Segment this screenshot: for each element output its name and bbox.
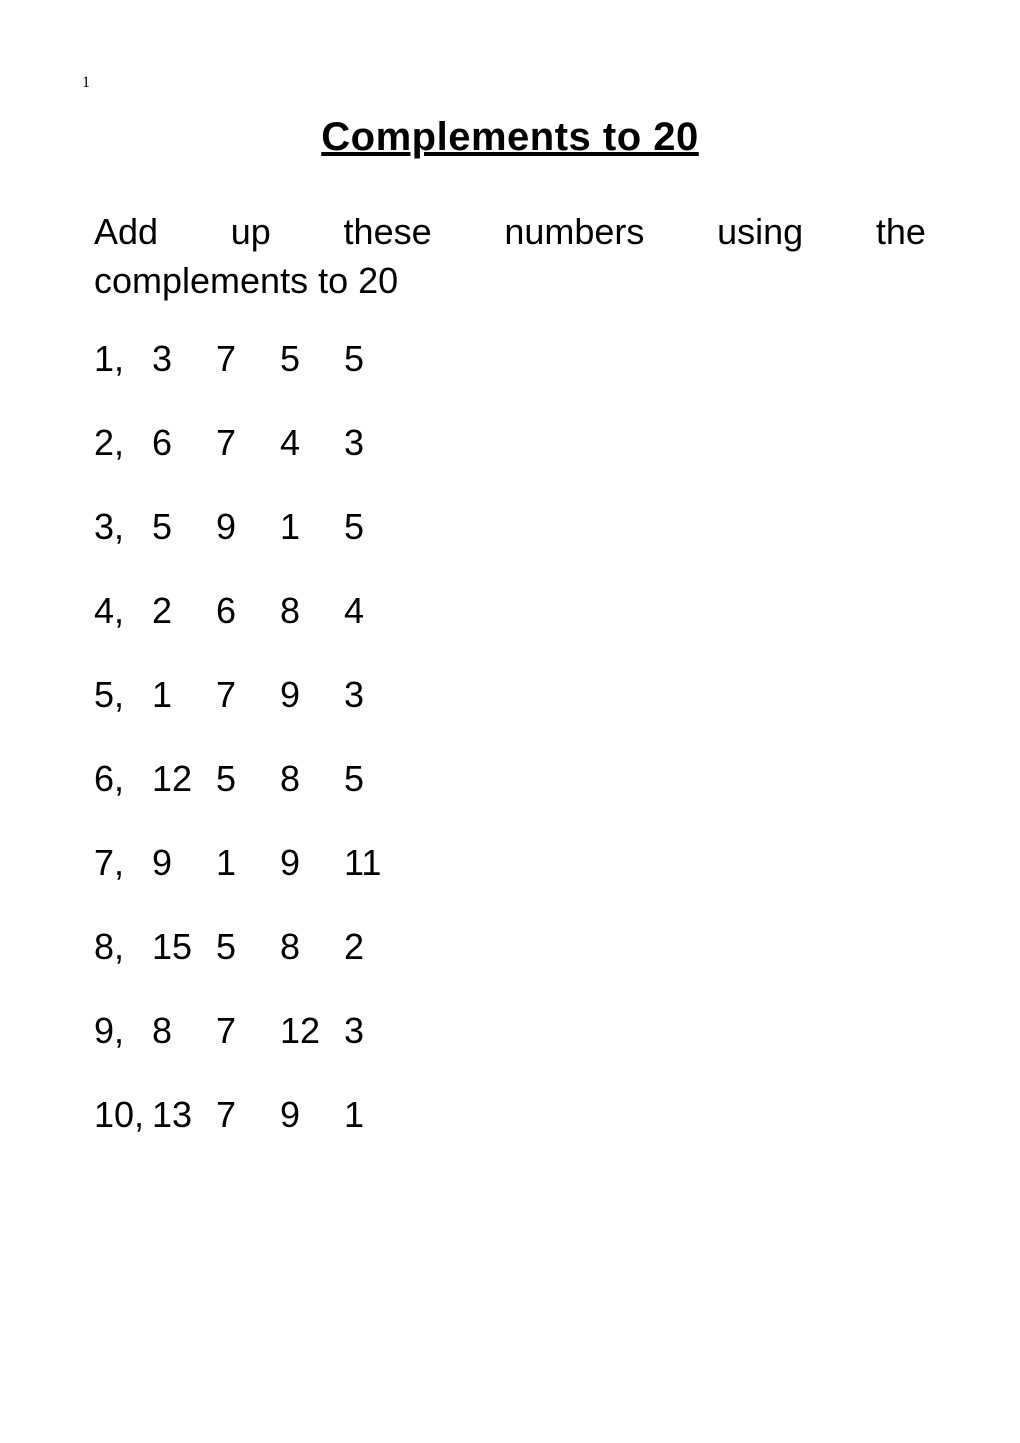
- instr-word: up: [231, 208, 271, 257]
- problem-number: 5: [216, 929, 280, 965]
- page-number: 1: [82, 74, 90, 92]
- problem-number: 11: [344, 845, 408, 881]
- problem-number: 8: [280, 761, 344, 797]
- problem-number: 4: [344, 593, 408, 629]
- problem-number: 5: [152, 509, 216, 545]
- problem-row: 3, 5 9 1 5: [94, 509, 930, 545]
- problem-number: 3: [344, 1013, 408, 1049]
- problem-number: 1: [216, 845, 280, 881]
- problem-row: 9, 8 7 12 3: [94, 1013, 930, 1049]
- problem-row: 8, 15 5 8 2: [94, 929, 930, 965]
- problem-index: 3,: [94, 509, 152, 545]
- problem-number: 13: [152, 1097, 216, 1133]
- instr-word: Add: [94, 208, 158, 257]
- worksheet-page: 1 Complements to 20 Add up these numbers…: [0, 0, 1020, 1443]
- problem-index: 2,: [94, 425, 152, 461]
- problem-number: 9: [280, 845, 344, 881]
- instructions-line-2: complements to 20: [94, 257, 926, 306]
- problem-number: 9: [216, 509, 280, 545]
- problem-number: 3: [344, 425, 408, 461]
- problem-number: 1: [152, 677, 216, 713]
- problem-number: 2: [152, 593, 216, 629]
- instr-word: the: [876, 208, 926, 257]
- problem-row: 5, 1 7 9 3: [94, 677, 930, 713]
- problem-number: 7: [216, 425, 280, 461]
- problem-number: 5: [280, 341, 344, 377]
- problem-index: 1,: [94, 341, 152, 377]
- problem-number: 5: [216, 761, 280, 797]
- problem-index: 8,: [94, 929, 152, 965]
- problem-number: 8: [280, 593, 344, 629]
- page-title: Complements to 20: [90, 115, 930, 160]
- problem-index: 6,: [94, 761, 152, 797]
- problem-number: 5: [344, 761, 408, 797]
- problem-index: 4,: [94, 593, 152, 629]
- instr-word: numbers: [504, 208, 644, 257]
- problem-number: 2: [344, 929, 408, 965]
- problem-number: 9: [280, 1097, 344, 1133]
- problem-number: 7: [216, 677, 280, 713]
- problem-index: 10,: [94, 1097, 152, 1133]
- problem-number: 1: [280, 509, 344, 545]
- problem-number: 4: [280, 425, 344, 461]
- problem-number: 6: [152, 425, 216, 461]
- problem-number: 6: [216, 593, 280, 629]
- problem-row: 7, 9 1 9 11: [94, 845, 930, 881]
- problem-number: 7: [216, 1013, 280, 1049]
- problem-number: 15: [152, 929, 216, 965]
- instr-word: these: [344, 208, 432, 257]
- problem-number: 8: [152, 1013, 216, 1049]
- problem-number: 7: [216, 1097, 280, 1133]
- instr-word: using: [717, 208, 803, 257]
- instructions-text: Add up these numbers using the complemen…: [90, 208, 930, 305]
- problem-row: 4, 2 6 8 4: [94, 593, 930, 629]
- problem-row: 10, 13 7 9 1: [94, 1097, 930, 1133]
- problem-list: 1, 3 7 5 5 2, 6 7 4 3 3, 5 9 1 5 4, 2 6 …: [90, 341, 930, 1133]
- problem-row: 2, 6 7 4 3: [94, 425, 930, 461]
- problem-number: 3: [344, 677, 408, 713]
- problem-index: 5,: [94, 677, 152, 713]
- problem-number: 5: [344, 509, 408, 545]
- problem-number: 3: [152, 341, 216, 377]
- problem-number: 8: [280, 929, 344, 965]
- problem-row: 1, 3 7 5 5: [94, 341, 930, 377]
- problem-number: 12: [280, 1013, 344, 1049]
- problem-row: 6, 12 5 8 5: [94, 761, 930, 797]
- problem-index: 9,: [94, 1013, 152, 1049]
- problem-number: 12: [152, 761, 216, 797]
- problem-number: 5: [344, 341, 408, 377]
- problem-number: 1: [344, 1097, 408, 1133]
- problem-number: 7: [216, 341, 280, 377]
- problem-number: 9: [152, 845, 216, 881]
- problem-index: 7,: [94, 845, 152, 881]
- problem-number: 9: [280, 677, 344, 713]
- instructions-line-1: Add up these numbers using the: [94, 208, 926, 257]
